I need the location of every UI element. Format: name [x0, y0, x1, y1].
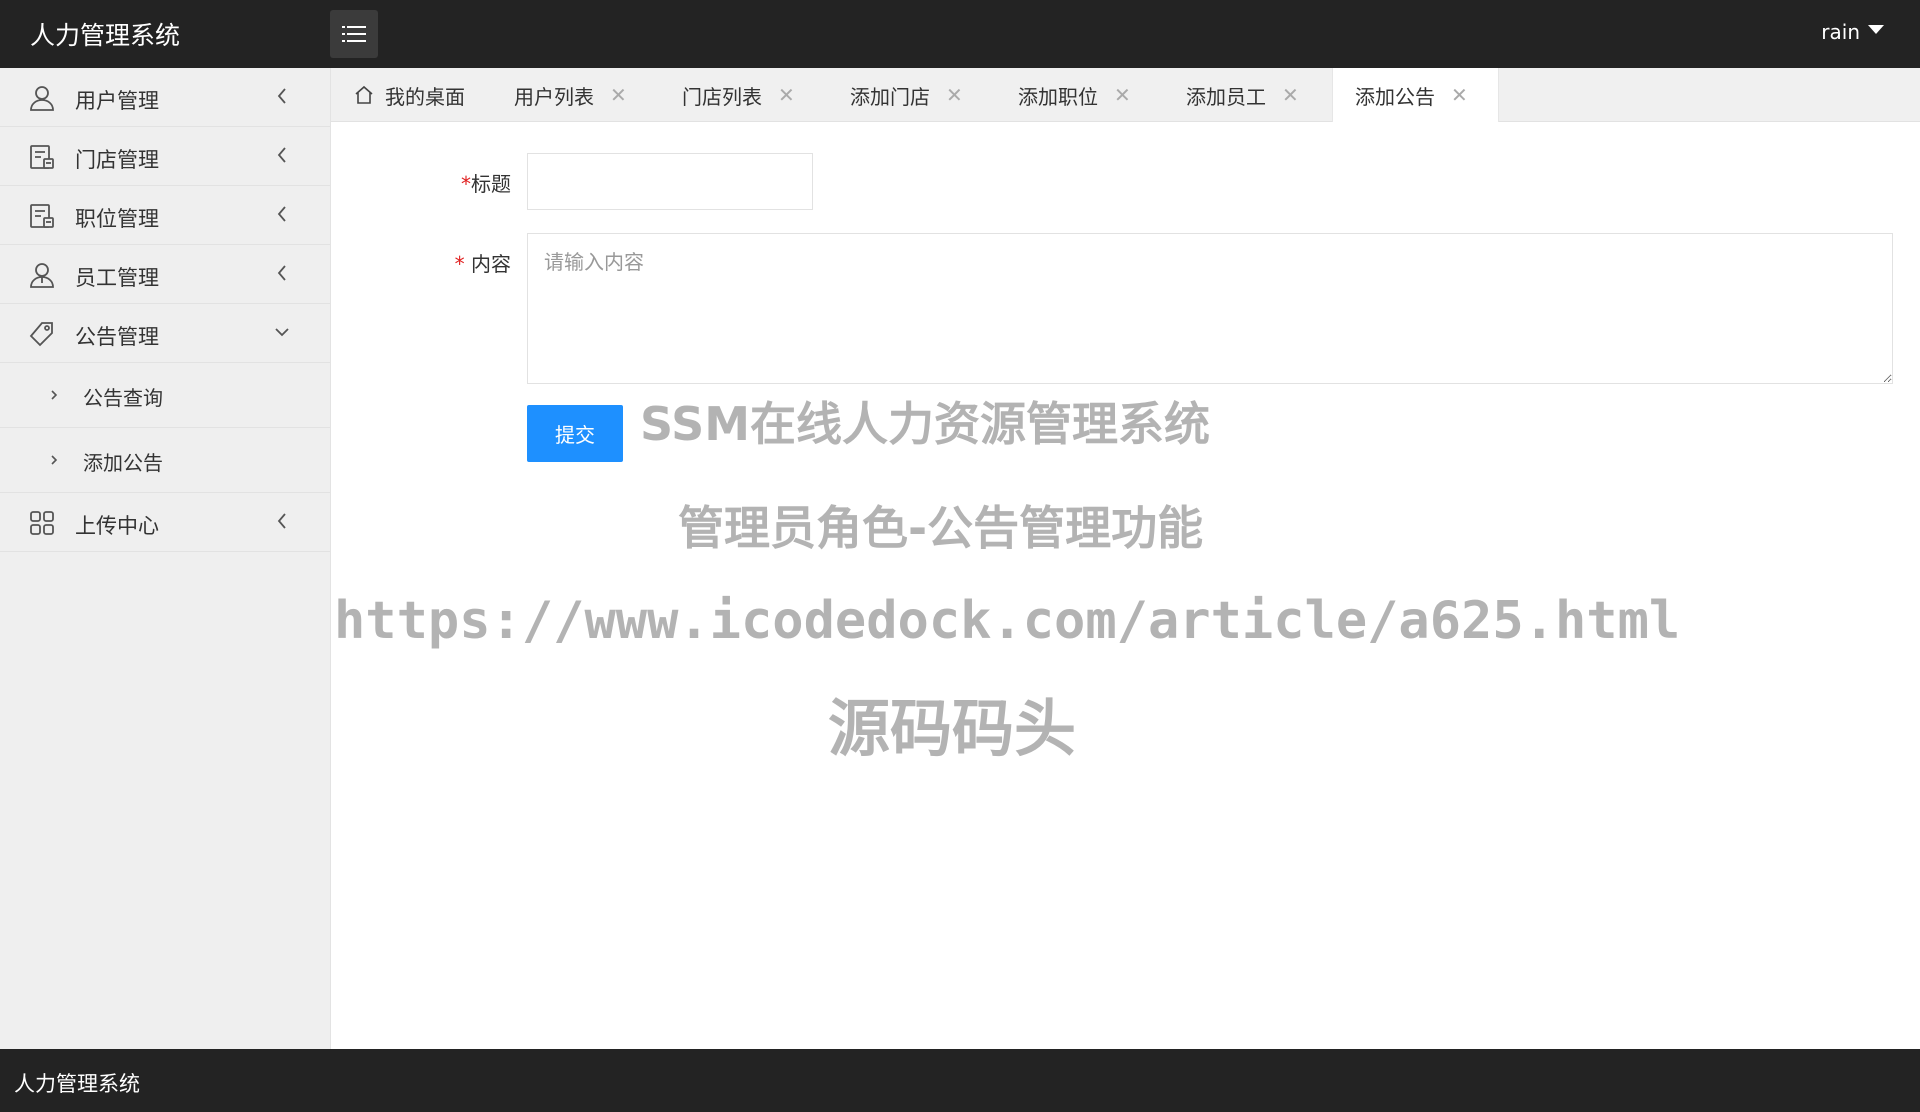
chevron-right-icon [51, 390, 58, 400]
submit-button[interactable]: 提交 [527, 405, 623, 462]
title-label: *标题 [451, 168, 511, 197]
chevron-left-icon [277, 206, 286, 222]
tab-label: 添加职位 [1018, 84, 1098, 109]
menu-toggle-button[interactable] [330, 10, 378, 58]
user-menu[interactable]: rain [1821, 20, 1884, 44]
tab-my-desktop[interactable]: 我的桌面 [353, 68, 465, 122]
home-icon [355, 85, 373, 104]
caret-down-icon [1868, 24, 1884, 34]
tag-icon [29, 322, 53, 347]
sidebar-subitem-label: 公告查询 [83, 386, 163, 410]
sidebar-item-store-management[interactable]: 门店管理 [0, 127, 330, 186]
tab-store-list[interactable]: 门店列表 ✕ [682, 68, 795, 122]
required-mark: * [461, 172, 471, 196]
footer-text: 人力管理系统 [14, 1072, 140, 1096]
tab-user-list[interactable]: 用户列表 ✕ [514, 68, 627, 122]
sidebar-item-user-management[interactable]: 用户管理 [0, 68, 330, 127]
close-icon[interactable]: ✕ [610, 83, 627, 107]
content-textarea[interactable] [527, 233, 1893, 384]
close-icon[interactable]: ✕ [946, 83, 963, 107]
content-label: * 内容 [441, 248, 511, 277]
top-bar: 人力管理系统 rain [0, 0, 1920, 68]
chevron-left-icon [277, 147, 286, 163]
tab-label: 门店列表 [682, 84, 762, 109]
chevron-left-icon [277, 88, 286, 104]
tab-label: 添加公告 [1355, 84, 1435, 109]
tab-add-employee[interactable]: 添加员工 ✕ [1186, 68, 1299, 122]
tab-label: 我的桌面 [385, 84, 465, 109]
sidebar-item-label: 上传中心 [75, 514, 159, 538]
employee-icon [30, 263, 54, 288]
sidebar-item-label: 员工管理 [75, 266, 159, 290]
close-icon[interactable]: ✕ [1451, 83, 1468, 107]
list-menu-icon [342, 26, 366, 42]
sidebar-item-label: 用户管理 [75, 89, 159, 113]
tab-bar: 我的桌面 用户列表 ✕ 门店列表 ✕ 添加门店 ✕ 添加职位 ✕ 添加员工 ✕ … [331, 68, 1920, 122]
chevron-down-icon [275, 328, 289, 337]
tab-add-position[interactable]: 添加职位 ✕ [1018, 68, 1131, 122]
sidebar-item-position-management[interactable]: 职位管理 [0, 186, 330, 245]
app-title: 人力管理系统 [30, 21, 181, 50]
tab-label: 添加门店 [850, 84, 930, 109]
sidebar-subitem-add-announcement[interactable]: 添加公告 [0, 428, 330, 493]
required-mark: * [454, 252, 465, 276]
grid-icon [30, 511, 54, 535]
sidebar-item-label: 职位管理 [75, 207, 159, 231]
main-content: *标题 * 内容 提交 [331, 122, 1920, 1049]
tab-add-store[interactable]: 添加门店 ✕ [850, 68, 963, 122]
sidebar: 用户管理 门店管理 职位管理 员工管理 公告管理 公告查询 添加公告 上传中心 [0, 68, 331, 1049]
tab-label: 用户列表 [514, 84, 594, 109]
sidebar-item-employee-management[interactable]: 员工管理 [0, 245, 330, 304]
footer: 人力管理系统 [0, 1049, 1920, 1112]
sidebar-item-label: 门店管理 [75, 148, 159, 172]
chevron-left-icon [277, 265, 286, 281]
sidebar-subitem-announcement-query[interactable]: 公告查询 [0, 363, 330, 428]
sidebar-item-announcement-management[interactable]: 公告管理 [0, 304, 330, 363]
sidebar-item-label: 公告管理 [75, 325, 159, 349]
sidebar-item-upload-center[interactable]: 上传中心 [0, 493, 330, 552]
tab-add-announcement[interactable]: 添加公告 ✕ [1332, 68, 1499, 122]
tab-label: 添加员工 [1186, 84, 1266, 109]
content-label-text: 内容 [471, 252, 511, 276]
close-icon[interactable]: ✕ [1282, 83, 1299, 107]
position-icon [30, 204, 54, 228]
sidebar-subitem-label: 添加公告 [83, 451, 163, 475]
username: rain [1821, 20, 1860, 44]
user-icon [30, 86, 54, 111]
store-icon [30, 145, 54, 169]
title-label-text: 标题 [471, 172, 511, 196]
chevron-left-icon [277, 513, 286, 529]
close-icon[interactable]: ✕ [778, 83, 795, 107]
chevron-right-icon [51, 455, 58, 465]
title-input[interactable] [527, 153, 813, 210]
close-icon[interactable]: ✕ [1114, 83, 1131, 107]
